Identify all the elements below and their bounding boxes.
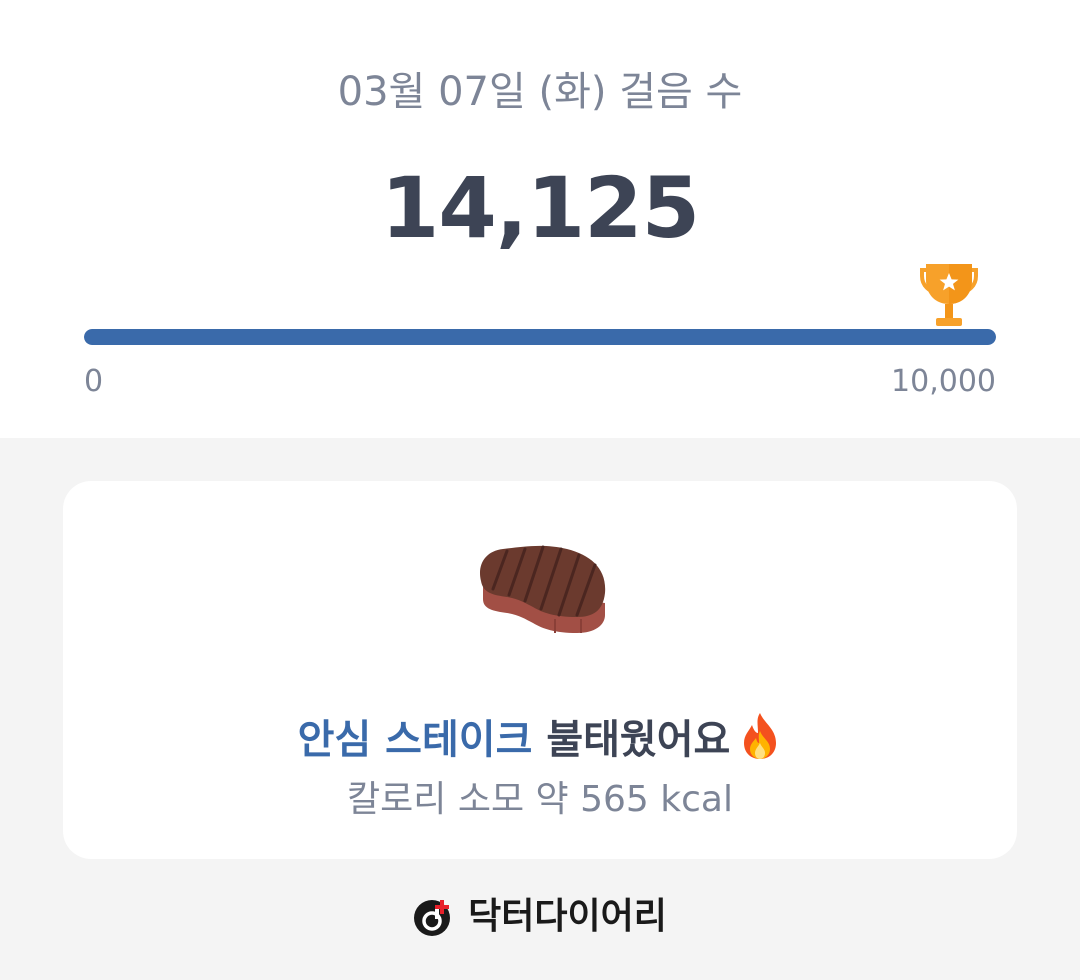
progress-scale-min: 0 (84, 364, 104, 399)
step-progress-bar (84, 329, 996, 345)
calorie-burn-card: 안심 스테이크 불태웠어요 칼로리 소모 약 565 kcal (63, 481, 1017, 859)
progress-scale-max: 10,000 (891, 364, 996, 399)
step-count: 14,125 (380, 159, 700, 257)
burn-message: 안심 스테이크 불태웠어요 (63, 711, 1017, 766)
brand-footer: 닥터다이어리 (0, 894, 1080, 944)
food-name: 안심 스테이크 (297, 717, 533, 763)
brand-name: 닥터다이어리 (468, 896, 667, 937)
fire-icon (744, 713, 777, 759)
step-progress-fill (84, 329, 996, 345)
steak-icon (479, 545, 606, 633)
doctordiary-logo-icon (414, 900, 451, 936)
trophy-icon (920, 264, 978, 326)
calorie-burned: 칼로리 소모 약 565 kcal (347, 779, 733, 820)
burn-suffix: 불태웠어요 (532, 717, 731, 763)
date-title: 03월 07일 (화) 걸음 수 (337, 69, 743, 115)
steps-summary-panel: 03월 07일 (화) 걸음 수 14,125 0 10,000 (0, 0, 1080, 438)
